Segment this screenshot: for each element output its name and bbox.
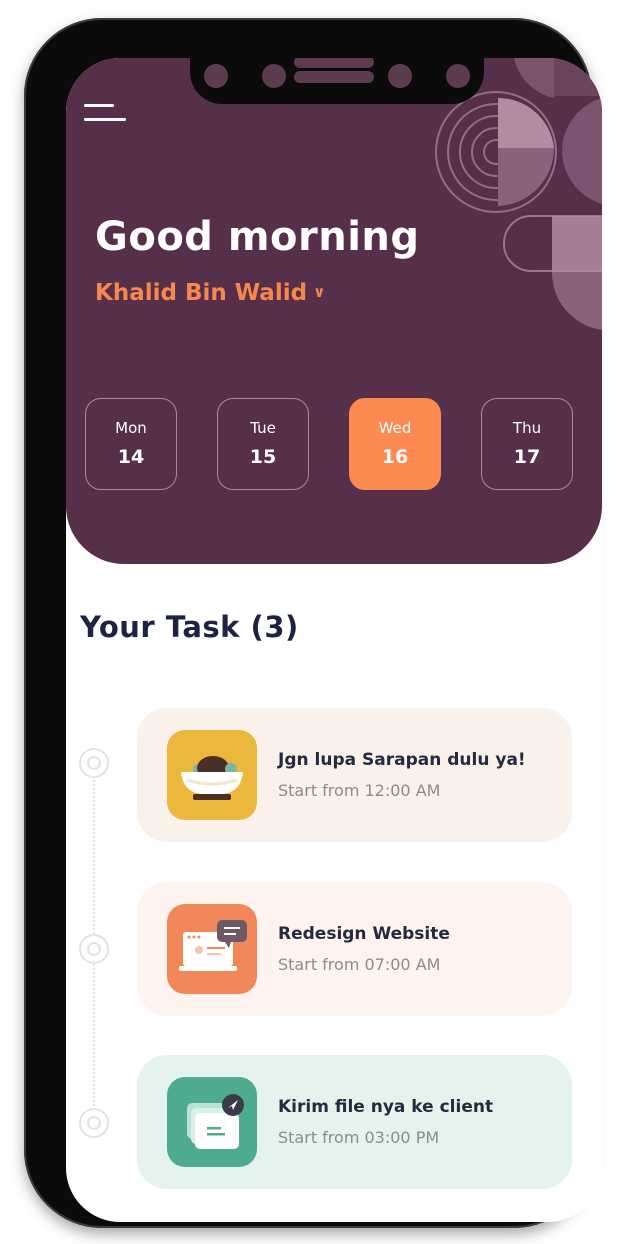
send-file-icon bbox=[167, 1077, 257, 1167]
camera-dot bbox=[204, 64, 228, 88]
camera-dot bbox=[446, 64, 470, 88]
day-tue[interactable]: Tue 15 bbox=[217, 398, 309, 490]
day-date: 16 bbox=[381, 446, 409, 468]
task-title: Jgn lupa Sarapan dulu ya! bbox=[278, 750, 526, 770]
user-name: Khalid Bin Walid bbox=[95, 280, 308, 306]
date-selector: Mon 14 Tue 15 Wed 16 Thu 17 bbox=[85, 398, 577, 492]
user-name-dropdown[interactable]: Khalid Bin Walid ∨ bbox=[95, 280, 325, 306]
camera-dot bbox=[388, 64, 412, 88]
timeline-dot bbox=[79, 1108, 109, 1138]
task-section-title: Your Task (3) bbox=[80, 610, 299, 644]
day-mon[interactable]: Mon 14 bbox=[85, 398, 177, 490]
task-time: Start from 03:00 PM bbox=[278, 1128, 440, 1147]
day-name: Wed bbox=[378, 419, 412, 437]
task-title: Redesign Website bbox=[278, 924, 450, 944]
day-date: 15 bbox=[249, 446, 277, 468]
timeline-dot bbox=[79, 748, 109, 778]
camera-dot bbox=[262, 64, 286, 88]
day-name: Thu bbox=[512, 419, 542, 437]
task-card[interactable]: Jgn lupa Sarapan dulu ya! Start from 12:… bbox=[137, 708, 572, 842]
day-thu[interactable]: Thu 17 bbox=[481, 398, 573, 490]
task-time: Start from 07:00 AM bbox=[278, 955, 441, 974]
day-date: 17 bbox=[513, 446, 541, 468]
day-wed[interactable]: Wed 16 bbox=[349, 398, 441, 490]
timeline-dot bbox=[79, 934, 109, 964]
day-name: Mon bbox=[115, 419, 147, 437]
task-card[interactable]: Kirim file nya ke client Start from 03:0… bbox=[137, 1055, 572, 1189]
app-screen: Good morning Khalid Bin Walid ∨ Mon 14 Tu… bbox=[66, 58, 602, 1222]
speaker-grille bbox=[294, 71, 374, 83]
day-name: Tue bbox=[250, 419, 276, 437]
phone-frame: Good morning Khalid Bin Walid ∨ Mon 14 Tu… bbox=[24, 18, 602, 1228]
phone-notch bbox=[190, 58, 484, 104]
task-card[interactable]: Redesign Website Start from 07:00 AM bbox=[137, 882, 572, 1016]
hamburger-menu-icon[interactable] bbox=[84, 102, 130, 128]
header: Good morning Khalid Bin Walid ∨ Mon 14 Tu… bbox=[66, 58, 602, 564]
laptop-chat-icon bbox=[167, 904, 257, 994]
chevron-down-icon: ∨ bbox=[313, 283, 326, 301]
day-date: 14 bbox=[117, 446, 145, 468]
task-title: Kirim file nya ke client bbox=[278, 1097, 494, 1117]
greeting-title: Good morning bbox=[95, 214, 420, 260]
speaker-grille bbox=[294, 58, 374, 68]
task-time: Start from 12:00 AM bbox=[278, 781, 441, 800]
food-bowl-icon bbox=[167, 730, 257, 820]
